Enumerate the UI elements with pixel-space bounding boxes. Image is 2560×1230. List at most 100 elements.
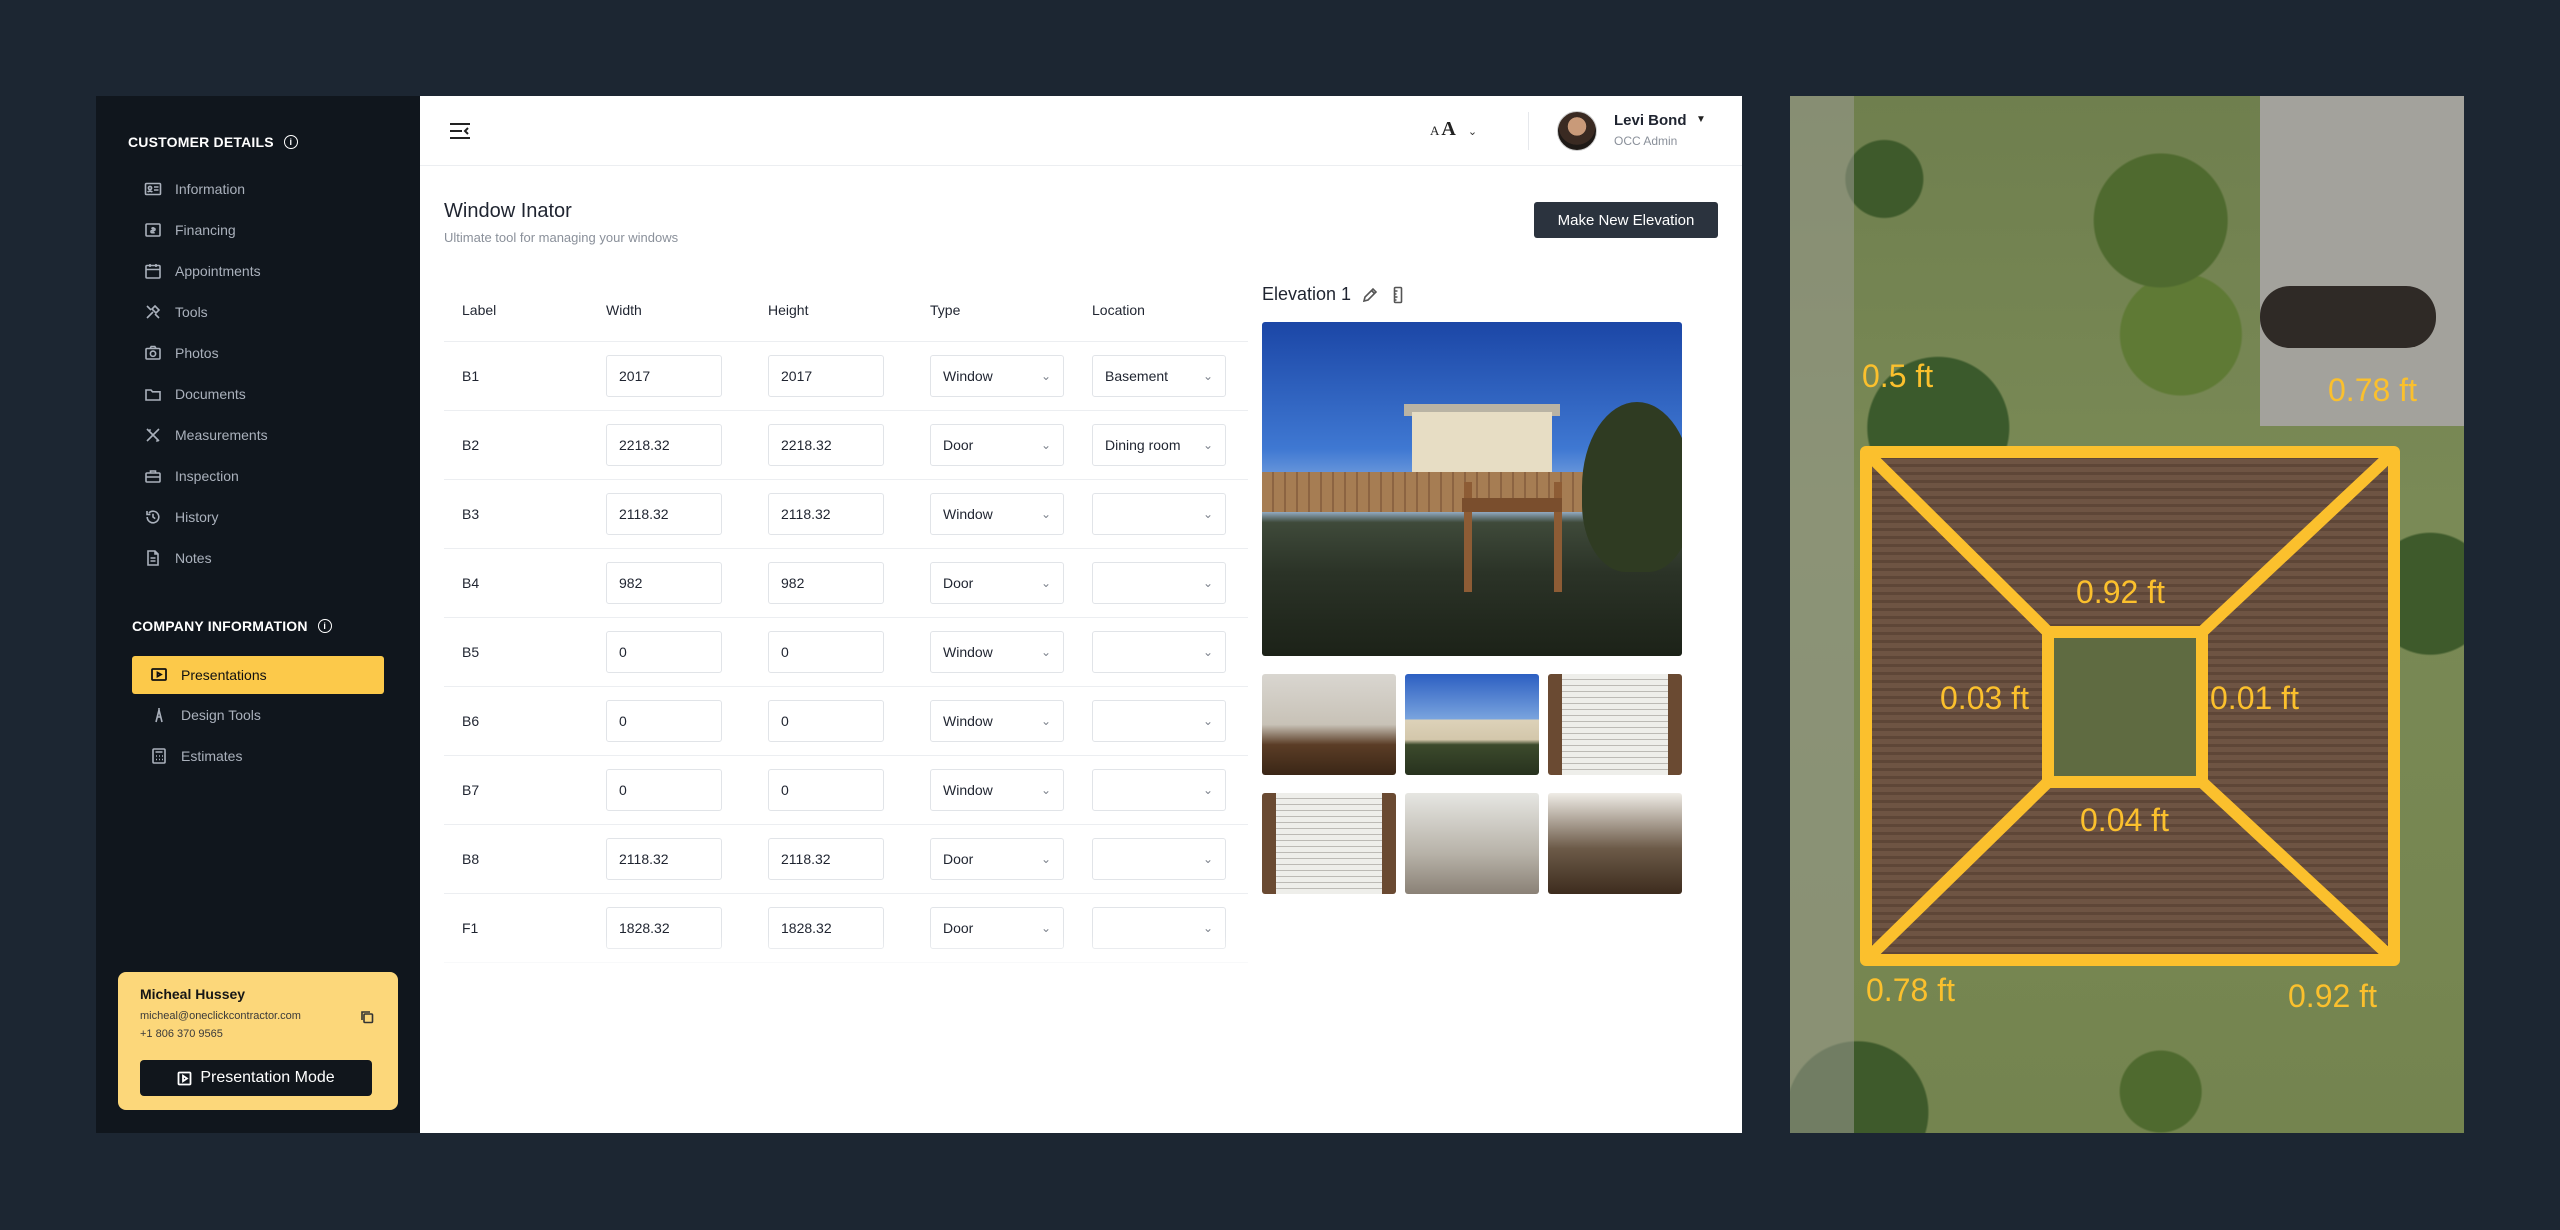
type-select[interactable]: Door ⌄	[930, 424, 1064, 466]
aerial-roof-map: 0.5 ft 0.78 ft 0.92 ft 0.03 ft 0.01 ft 0…	[1790, 96, 2464, 1133]
sidebar-item-documents[interactable]: Documents	[144, 381, 246, 407]
dimension-label: 0.78 ft	[2328, 372, 2417, 408]
height-input[interactable]: 0	[768, 769, 884, 811]
location-select[interactable]: ⌄	[1092, 838, 1226, 880]
width-input[interactable]: 0	[606, 700, 722, 742]
id-card-icon	[144, 180, 162, 198]
location-select[interactable]: Basement ⌄	[1092, 355, 1226, 397]
collapse-menu-icon[interactable]	[448, 120, 472, 142]
location-select[interactable]: ⌄	[1092, 493, 1226, 535]
sidebar-item-financing[interactable]: Financing	[144, 217, 236, 243]
height-input[interactable]: 2017	[768, 355, 884, 397]
dimension-label: 0.03 ft	[1940, 680, 2029, 716]
photo-thumbnail[interactable]	[1548, 674, 1682, 775]
location-value: Basement	[1105, 368, 1169, 384]
location-select[interactable]: ⌄	[1092, 769, 1226, 811]
type-select[interactable]: Window ⌄	[930, 355, 1064, 397]
height-input[interactable]: 2218.32	[768, 424, 884, 466]
info-icon[interactable]: i	[317, 619, 332, 633]
width-input[interactable]: 982	[606, 562, 722, 604]
make-new-elevation-button[interactable]: Make New Elevation	[1534, 202, 1718, 238]
row-label: B3	[462, 506, 480, 522]
dimension-label: 0.04 ft	[2080, 802, 2169, 838]
type-select[interactable]: Window ⌄	[930, 700, 1064, 742]
row-label: B2	[462, 437, 480, 453]
sidebar-item-inspection[interactable]: Inspection	[144, 463, 239, 489]
table-row: B4 982 982 Door ⌄ ⌄	[444, 549, 1248, 618]
photo-thumbnail[interactable]	[1262, 793, 1396, 894]
type-select[interactable]: Window ⌄	[930, 631, 1064, 673]
toolbox-icon	[144, 467, 162, 485]
chevron-down-icon: ⌄	[1202, 714, 1213, 728]
page-subtitle: Ultimate tool for managing your windows	[444, 230, 679, 245]
width-input[interactable]: 0	[606, 631, 722, 673]
column-header-label: Label	[462, 301, 497, 318]
location-select[interactable]: Dining room ⌄	[1092, 424, 1226, 466]
scroll-fade	[444, 936, 1248, 976]
copy-icon[interactable]	[360, 1010, 374, 1024]
sidebar-item-presentations[interactable]: Presentations	[132, 656, 384, 694]
height-input[interactable]: 2118.32	[768, 838, 884, 880]
sidebar-item-history[interactable]: History	[144, 504, 219, 530]
location-value: Dining room	[1105, 437, 1181, 453]
folder-icon	[144, 385, 162, 403]
sidebar-item-estimates[interactable]: Estimates	[150, 743, 242, 769]
camera-icon	[144, 344, 162, 362]
sidebar-item-design-tools[interactable]: Design Tools	[150, 702, 261, 728]
photo-thumbnail[interactable]	[1262, 674, 1396, 775]
height-input[interactable]: 2118.32	[768, 493, 884, 535]
sidebar-item-label: Documents	[175, 386, 246, 402]
width-input[interactable]: 2218.32	[606, 424, 722, 466]
chevron-down-icon: ⌄	[1202, 783, 1213, 797]
pencil-icon[interactable]	[1361, 286, 1379, 304]
sidebar-item-label: Inspection	[175, 468, 239, 484]
photo-thumbnail[interactable]	[1405, 793, 1539, 894]
type-select[interactable]: Window ⌄	[930, 493, 1064, 535]
history-icon	[144, 508, 162, 526]
avatar[interactable]	[1557, 111, 1597, 151]
width-input[interactable]: 2017	[606, 355, 722, 397]
sidebar-item-tools[interactable]: Tools	[144, 299, 208, 325]
ruler-icon[interactable]	[1389, 286, 1407, 304]
type-value: Window	[943, 644, 993, 660]
table-row: B3 2118.32 2118.32 Window ⌄ ⌄	[444, 480, 1248, 549]
photo-thumbnail[interactable]	[1548, 793, 1682, 894]
info-icon[interactable]: i	[283, 135, 298, 149]
presentation-mode-button[interactable]: Presentation Mode	[140, 1060, 372, 1096]
row-label: F1	[462, 920, 479, 936]
money-icon	[144, 221, 162, 239]
sidebar-item-appointments[interactable]: Appointments	[144, 258, 261, 284]
font-size-control[interactable]: A A ⌄	[1430, 118, 1477, 141]
type-select[interactable]: Door ⌄	[930, 562, 1064, 604]
table-row: B2 2218.32 2218.32 Door ⌄ Dining room ⌄	[444, 411, 1248, 480]
sidebar-item-label: Estimates	[181, 748, 243, 764]
sidebar-item-photos[interactable]: Photos	[144, 340, 219, 366]
calculator-icon	[150, 747, 168, 765]
photo-thumbnail[interactable]	[1405, 674, 1539, 775]
width-input[interactable]: 2118.32	[606, 493, 722, 535]
height-input[interactable]: 982	[768, 562, 884, 604]
row-label: B1	[462, 368, 480, 384]
height-input[interactable]: 0	[768, 700, 884, 742]
width-input[interactable]: 0	[606, 769, 722, 811]
caret-down-icon[interactable]: ▼	[1696, 114, 1706, 125]
height-input[interactable]: 0	[768, 631, 884, 673]
dimension-label: 0.5 ft	[1862, 358, 1934, 394]
customer-card: Micheal Hussey micheal@oneclickcontracto…	[118, 972, 398, 1110]
location-select[interactable]: ⌄	[1092, 631, 1226, 673]
sidebar-item-label: Measurements	[175, 427, 268, 443]
location-select[interactable]: ⌄	[1092, 562, 1226, 604]
type-select[interactable]: Window ⌄	[930, 769, 1064, 811]
tree	[1582, 402, 1682, 572]
sidebar-item-measurements[interactable]: Measurements	[144, 422, 268, 448]
app-window: CUSTOMER DETAILS i Information Financing…	[96, 96, 1742, 1133]
elevation-main-photo[interactable]	[1262, 322, 1682, 656]
sidebar-item-information[interactable]: Information	[144, 176, 245, 202]
user-name[interactable]: Levi Bond	[1614, 112, 1687, 129]
sidebar-item-notes[interactable]: Notes	[144, 545, 212, 571]
row-label: B8	[462, 851, 480, 867]
tools-icon	[144, 303, 162, 321]
width-input[interactable]: 2118.32	[606, 838, 722, 880]
location-select[interactable]: ⌄	[1092, 700, 1226, 742]
type-select[interactable]: Door ⌄	[930, 838, 1064, 880]
